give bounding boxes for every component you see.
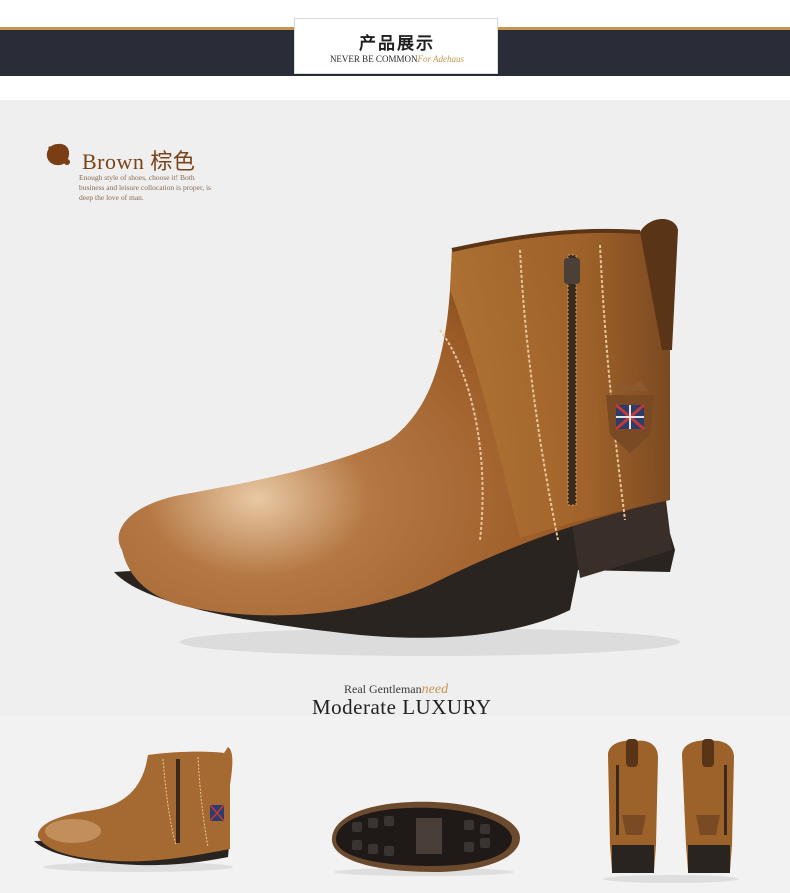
section-title: 产品展示 bbox=[359, 34, 435, 54]
subtitle-text: NEVER BE COMMON bbox=[329, 54, 418, 64]
color-label: Brown 棕色 bbox=[82, 149, 196, 174]
section-subtitle: NEVER BE COMMONFor Adehaus bbox=[295, 54, 499, 64]
slogan-line-1-text: Real Gentleman bbox=[344, 682, 422, 696]
color-description: Enough style of shoes, choose it! Both b… bbox=[79, 173, 211, 202]
main-boot-image bbox=[114, 218, 680, 656]
section-title-badge: 产品展示 NEVER BE COMMONFor Adehaus bbox=[294, 18, 498, 74]
thumbnail-back-view bbox=[603, 739, 739, 883]
thumbnail-sole-view bbox=[331, 801, 520, 876]
slogan-line-2: Moderate LUXURY bbox=[312, 695, 492, 719]
thumbnail-side-view bbox=[34, 747, 233, 872]
color-swatch-icon bbox=[46, 143, 70, 166]
subtitle-script: For Adehaus bbox=[417, 54, 465, 64]
